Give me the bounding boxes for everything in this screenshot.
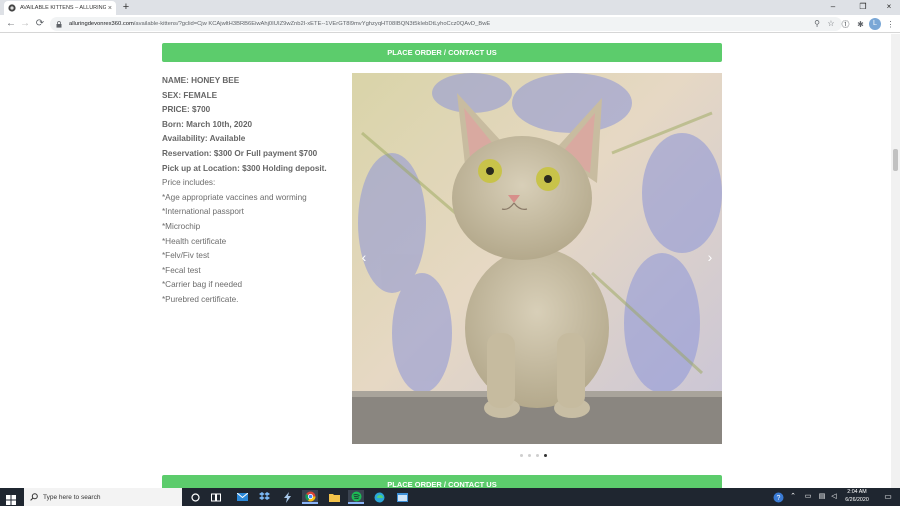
window-close-button[interactable]: × [878, 0, 900, 14]
carousel-dot-1[interactable] [520, 454, 523, 457]
reload-button[interactable]: ⟳ [33, 17, 47, 31]
notification-center-icon[interactable]: ▭ [882, 491, 894, 503]
address-bar[interactable]: alluringdevonrex360.com/available-kitten… [50, 17, 842, 31]
search-placeholder: Type here to search [43, 493, 101, 501]
detail-availability: Availability: Available [162, 134, 246, 144]
taskbar-search-box[interactable]: Type here to search [24, 488, 182, 506]
extension-icon[interactable]: ⓵ [840, 19, 851, 30]
carousel-indicators [520, 454, 547, 460]
minimize-button[interactable]: – [822, 0, 844, 14]
maximize-button[interactable]: ❐ [852, 0, 874, 14]
tab-title: AVAILABLE KITTENS – ALLURING [20, 5, 106, 11]
search-icon [30, 493, 38, 501]
zoom-icon[interactable]: ⚲ [812, 19, 822, 29]
place-order-button-bottom[interactable]: PLACE ORDER / CONTACT US [162, 475, 722, 488]
detail-price-includes: Price includes: [162, 178, 216, 188]
windows-taskbar: Type here to search ? ⌃ ▭ ▤ ◁ 2:04 AM 6/… [0, 488, 900, 506]
scrollbar-thumb[interactable] [893, 149, 898, 171]
detail-microchip: *Microchip [162, 221, 201, 231]
network-icon[interactable]: ▤ [816, 491, 828, 503]
detail-sex: SEX: FEMALE [162, 90, 218, 100]
file-explorer-icon[interactable] [326, 490, 342, 504]
taskbar-clock[interactable]: 2:04 AM 6/26/2020 [835, 489, 879, 504]
forward-button[interactable]: → [18, 17, 32, 31]
carousel-prev-icon[interactable]: ‹ [356, 249, 372, 265]
tab-close-icon[interactable]: × [108, 5, 112, 12]
page-scrollbar[interactable] [891, 34, 900, 488]
browser-tab[interactable]: AVAILABLE KITTENS – ALLURING × [4, 1, 116, 15]
tray-app-icon[interactable]: ? [772, 491, 784, 503]
carousel-dot-3[interactable] [536, 454, 539, 457]
detail-passport: *International passport [162, 207, 244, 217]
cortana-icon[interactable] [187, 490, 203, 504]
kitten-photo-carousel[interactable]: ‹ › [352, 73, 722, 444]
svg-text:?: ? [776, 495, 780, 502]
back-button[interactable]: ← [4, 17, 18, 31]
carousel-next-icon[interactable]: › [702, 249, 718, 265]
clock-date: 6/26/2020 [845, 496, 869, 503]
app-window-icon[interactable] [394, 490, 410, 504]
detail-fecal-test: *Fecal test [162, 265, 201, 275]
detail-reservation: Reservation: $300 Or Full payment $700 [162, 148, 318, 158]
detail-health-certificate: *Health certificate [162, 236, 227, 246]
browser-toolbar: ← → ⟳ alluringdevonrex360.com/available-… [0, 15, 900, 33]
app-icon[interactable] [279, 490, 295, 504]
clock-time: 2:04 AM [847, 489, 867, 495]
url-text: alluringdevonrex360.com/available-kitten… [69, 21, 808, 27]
task-view-icon[interactable] [208, 490, 224, 504]
battery-icon[interactable]: ▭ [802, 491, 814, 503]
detail-born: Born: March 10th, 2020 [162, 119, 253, 129]
edge-icon[interactable] [371, 490, 387, 504]
mail-app-icon[interactable] [234, 490, 250, 504]
place-order-button-top[interactable]: PLACE ORDER / CONTACT US [162, 43, 722, 62]
detail-name: NAME: HONEY BEE [162, 76, 240, 85]
site-favicon-icon [8, 4, 16, 12]
browser-menu-icon[interactable]: ⋮ [885, 19, 896, 30]
spotify-icon[interactable] [348, 490, 364, 504]
page-viewport: PLACE ORDER / CONTACT US NAME: HONEY BEE… [0, 34, 891, 488]
lock-icon [56, 20, 63, 28]
detail-pickup: Pick up at Location: $300 Holding deposi… [162, 163, 327, 173]
detail-purebred: *Purebred certificate. [162, 294, 239, 304]
new-tab-button[interactable]: + [120, 2, 132, 14]
tray-chevron-icon[interactable]: ⌃ [788, 491, 798, 503]
detail-price: PRICE: $700 [162, 105, 211, 115]
detail-carrier-bag: *Carrier bag if needed [162, 280, 243, 290]
detail-felv-fiv: *Felv/Fiv test [162, 251, 210, 261]
chrome-taskbar-icon[interactable] [302, 490, 318, 504]
url-host: alluringdevonrex360.com [69, 21, 134, 27]
carousel-dot-2[interactable] [528, 454, 531, 457]
bookmark-star-icon[interactable]: ☆ [826, 19, 836, 29]
detail-vaccines: *Age appropriate vaccines and worming [162, 192, 307, 202]
extensions-puzzle-icon[interactable]: ✱ [855, 19, 866, 30]
url-path: /available-kittens/?gclid=Cjw KCAjwltH3B… [133, 21, 491, 27]
tab-strip: AVAILABLE KITTENS – ALLURING × + – ❐ × [0, 0, 900, 15]
kitten-photo [352, 73, 722, 444]
carousel-dot-4[interactable] [544, 454, 547, 457]
windows-start-icon[interactable] [6, 492, 16, 505]
dropbox-icon[interactable] [256, 490, 272, 504]
profile-avatar[interactable]: L [869, 18, 881, 30]
kitten-details: NAME: HONEY BEE SEX: FEMALE PRICE: $700 … [162, 74, 342, 308]
